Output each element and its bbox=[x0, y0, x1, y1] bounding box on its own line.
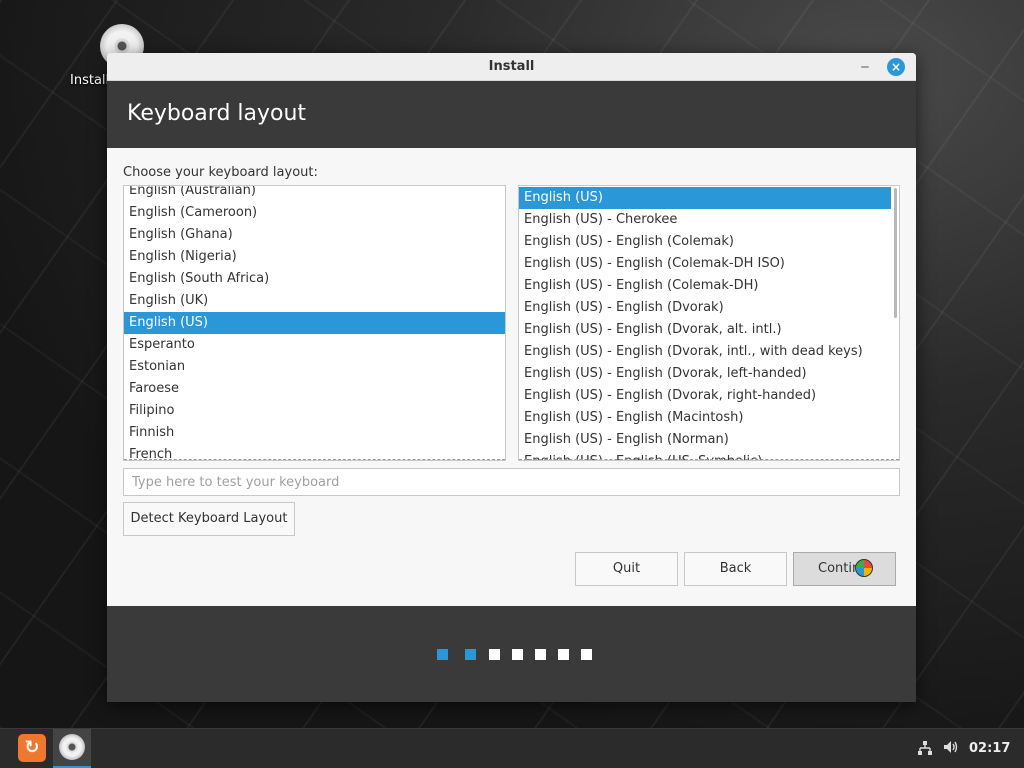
network-icon[interactable] bbox=[916, 740, 934, 758]
list-item[interactable]: Estonian bbox=[124, 356, 505, 378]
list-item[interactable]: Faroese bbox=[124, 378, 505, 400]
list-item[interactable]: English (US) - English (Dvorak) bbox=[519, 297, 891, 319]
list-item[interactable]: English (US) - English (Colemak-DH) bbox=[519, 275, 891, 297]
progress-footer bbox=[107, 606, 916, 702]
list-item[interactable]: English (US) - English (Colemak-DH ISO) bbox=[519, 253, 891, 275]
progress-dot bbox=[512, 649, 523, 660]
list-item[interactable]: English (UK) bbox=[124, 290, 505, 312]
page-title: Keyboard layout bbox=[127, 101, 307, 126]
quit-button[interactable]: Quit bbox=[575, 552, 678, 586]
list-bottom-border bbox=[519, 459, 899, 460]
titlebar[interactable]: Install ‒ × bbox=[107, 53, 916, 81]
list-item[interactable]: English (US) - English (Dvorak, right-ha… bbox=[519, 385, 891, 407]
volume-icon[interactable] bbox=[942, 739, 960, 757]
detect-layout-button[interactable]: Detect Keyboard Layout bbox=[123, 502, 295, 536]
list-item[interactable]: Filipino bbox=[124, 400, 505, 422]
taskbar-installer-button[interactable] bbox=[53, 729, 91, 768]
progress-dot bbox=[465, 649, 476, 660]
progress-dot bbox=[489, 649, 500, 660]
list-item[interactable]: English (US) bbox=[519, 187, 891, 209]
content-area: Choose your keyboard layout: English (Au… bbox=[107, 148, 916, 606]
back-button[interactable]: Back bbox=[684, 552, 787, 586]
progress-dot bbox=[437, 649, 448, 660]
continue-label: Contin bbox=[818, 561, 861, 576]
keyboard-test-input[interactable] bbox=[123, 468, 900, 496]
choose-layout-label: Choose your keyboard layout: bbox=[123, 165, 318, 180]
list-item[interactable]: English (Australian) bbox=[124, 186, 505, 202]
list-item[interactable]: English (Ghana) bbox=[124, 224, 505, 246]
window-title: Install bbox=[488, 59, 535, 74]
list-item[interactable]: English (US) - English (Dvorak, left-han… bbox=[519, 363, 891, 385]
page-header: Keyboard layout bbox=[107, 81, 916, 148]
list-item[interactable]: English (US) - English (Dvorak, intl., w… bbox=[519, 341, 891, 363]
installer-window: Install ‒ × Keyboard layout Choose your … bbox=[107, 53, 916, 702]
progress-dots bbox=[437, 649, 597, 661]
list-item[interactable]: English (US) - English (Macintosh) bbox=[519, 407, 891, 429]
list-item[interactable]: English (US) - English (Colemak) bbox=[519, 231, 891, 253]
layout-list[interactable]: English (Australian) English (Cameroon) En… bbox=[123, 185, 506, 461]
progress-dot bbox=[535, 649, 546, 660]
installer-disc-icon bbox=[59, 734, 85, 760]
list-item[interactable]: English (South Africa) bbox=[124, 268, 505, 290]
desktop-icon-label: Install bbox=[70, 73, 110, 88]
continue-button[interactable]: Contin bbox=[793, 552, 896, 586]
variant-scrollbar[interactable] bbox=[894, 188, 897, 318]
list-item[interactable]: English (Nigeria) bbox=[124, 246, 505, 268]
progress-dot bbox=[581, 649, 592, 660]
busy-cursor-icon bbox=[855, 559, 873, 577]
list-item[interactable]: English (US) - English (Norman) bbox=[519, 429, 891, 451]
clock[interactable]: 02:17 bbox=[969, 741, 1010, 756]
list-item[interactable]: English (US) bbox=[124, 312, 505, 334]
list-bottom-border bbox=[124, 459, 505, 460]
list-item[interactable]: Finnish bbox=[124, 422, 505, 444]
close-icon[interactable]: × bbox=[887, 58, 905, 76]
minimize-icon[interactable]: ‒ bbox=[855, 57, 875, 77]
list-item[interactable]: English (US) - English (Dvorak, alt. int… bbox=[519, 319, 891, 341]
taskbar: ↻ 02:17 bbox=[0, 728, 1024, 768]
menu-icon[interactable]: ↻ bbox=[18, 734, 46, 762]
progress-dot bbox=[558, 649, 569, 660]
variant-list[interactable]: English (US) English (US) - Cherokee Engli… bbox=[518, 185, 900, 461]
list-item[interactable]: Esperanto bbox=[124, 334, 505, 356]
list-item[interactable]: English (US) - Cherokee bbox=[519, 209, 891, 231]
list-item[interactable]: English (Cameroon) bbox=[124, 202, 505, 224]
